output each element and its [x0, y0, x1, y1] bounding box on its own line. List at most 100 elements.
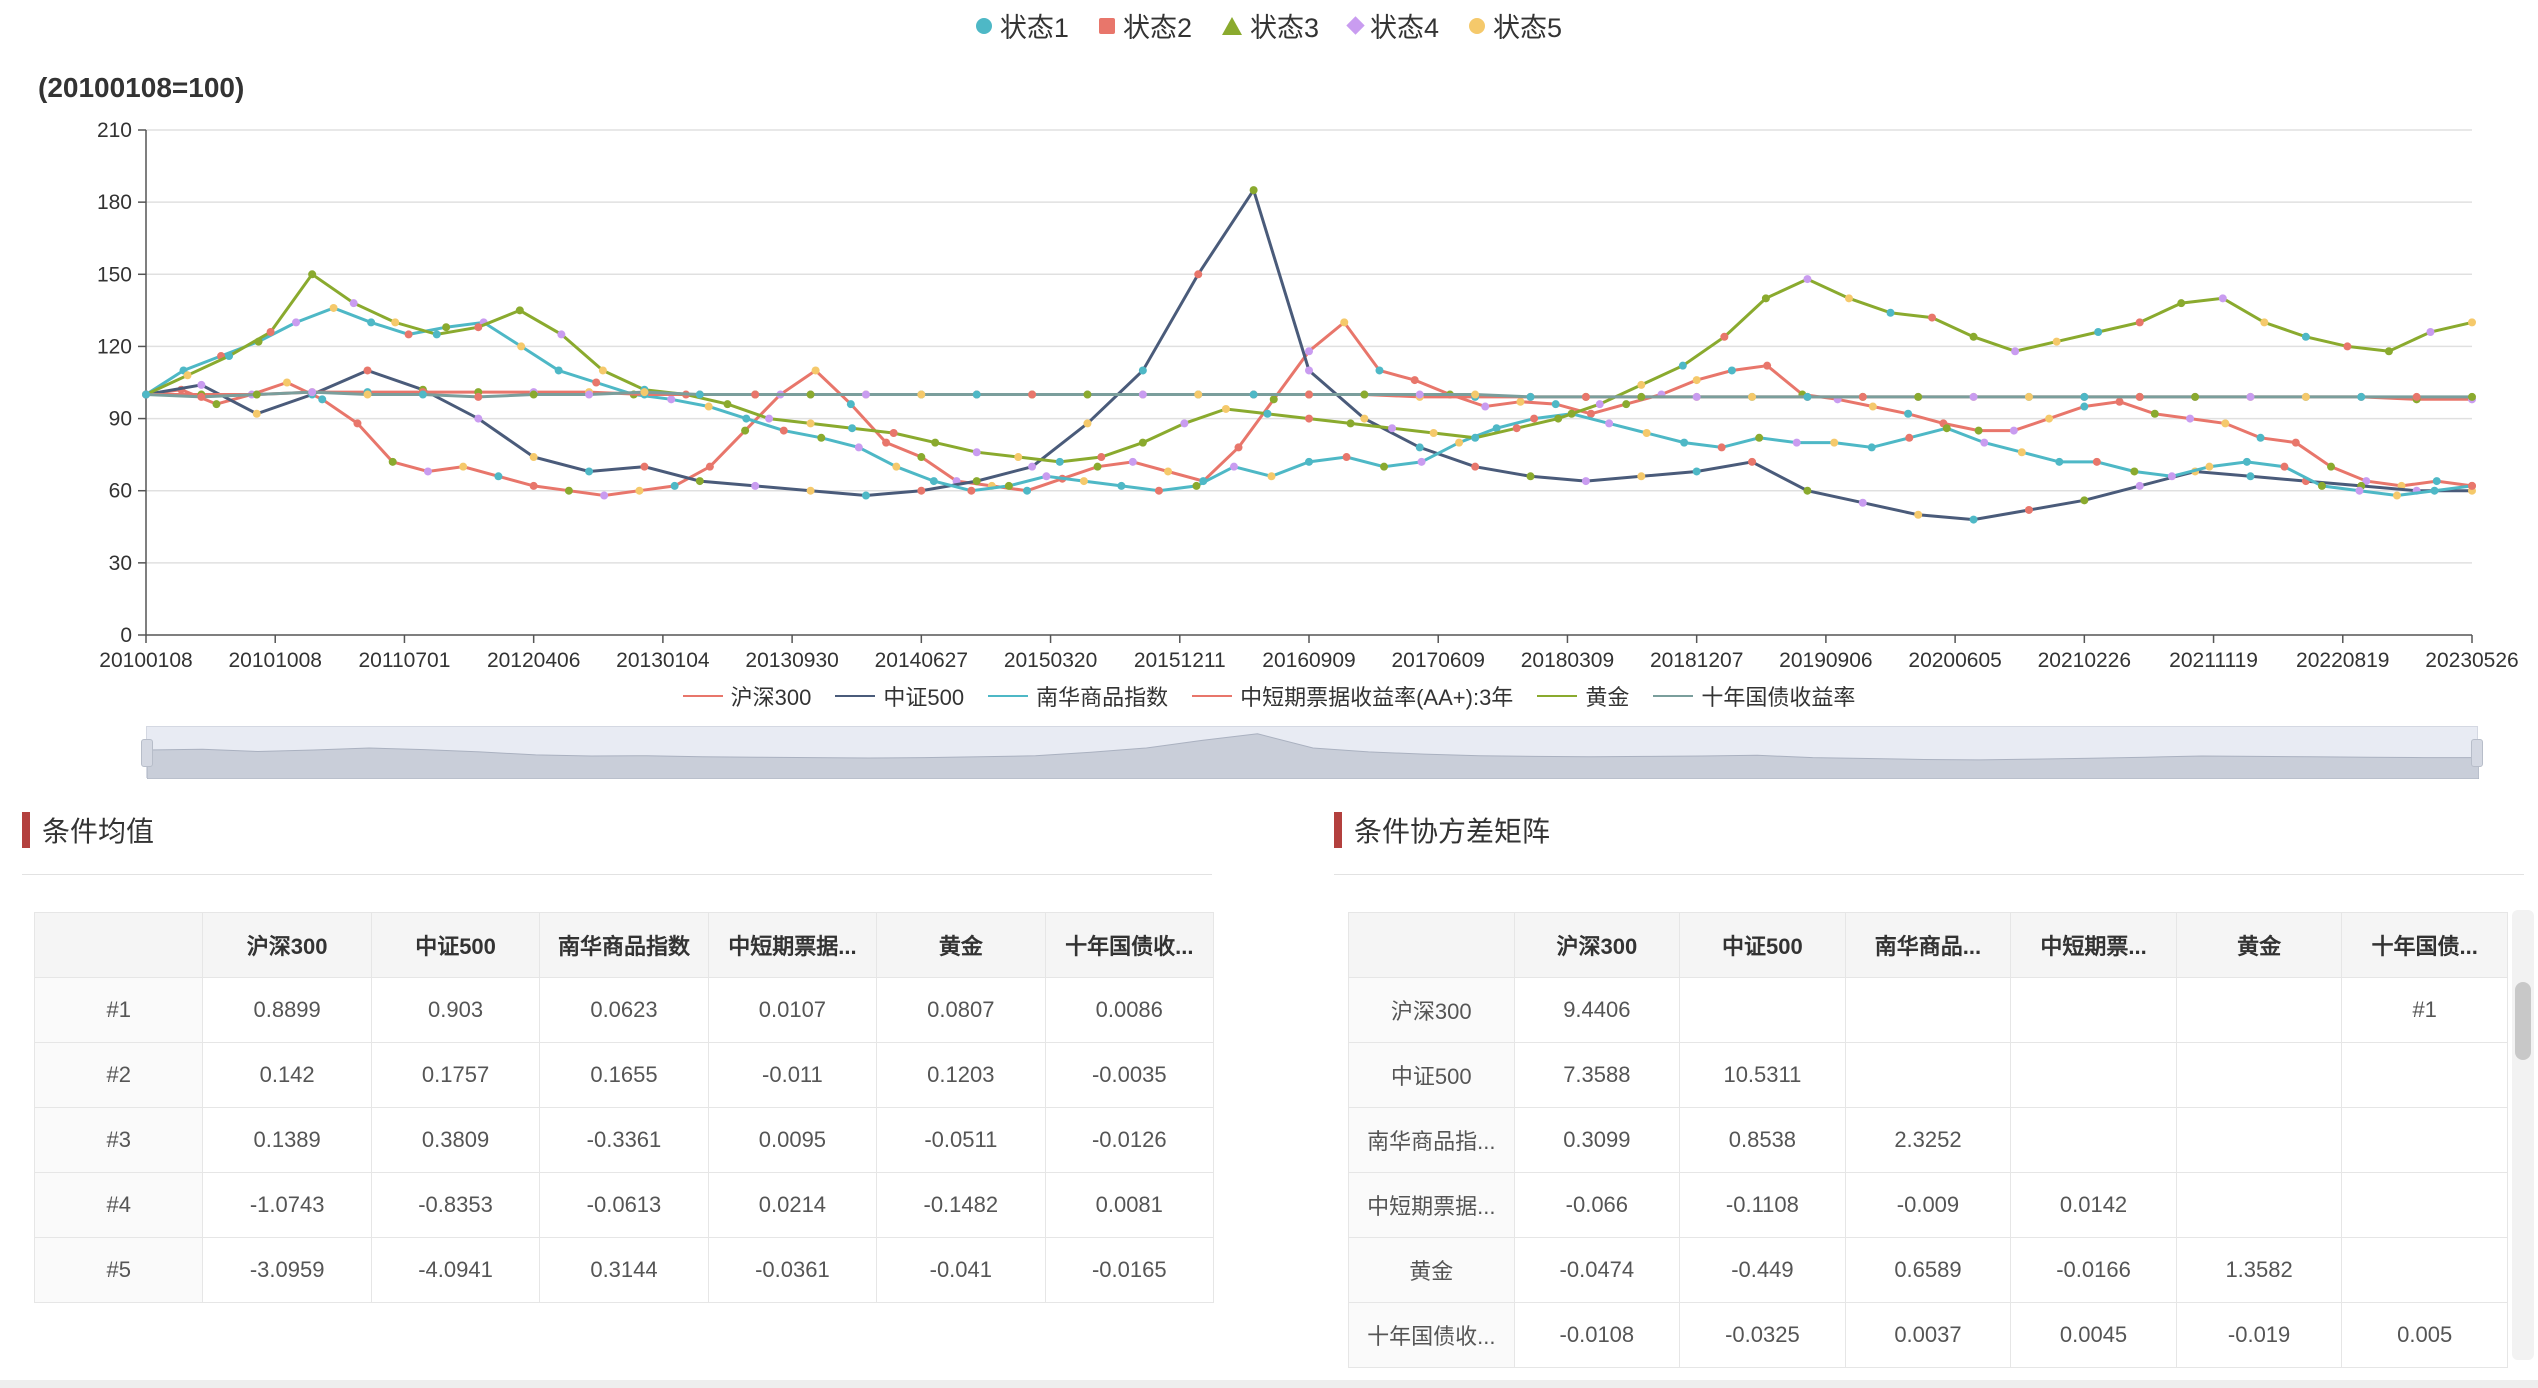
legend-state-5[interactable]: 状态5 [1469, 6, 1562, 45]
state-point [1748, 457, 1757, 466]
column-header[interactable]: 中证500 [370, 912, 541, 978]
state-point [2355, 486, 2364, 495]
table-cell [2010, 1107, 2177, 1173]
line-swatch-icon [988, 695, 1029, 697]
y-tick-label: 30 [109, 552, 132, 575]
state-point [1410, 376, 1419, 385]
state-point [917, 453, 926, 462]
legend-series-notes[interactable]: 中短期票据收益率(AA+):3年 [1192, 680, 1513, 712]
state-point [917, 390, 926, 399]
state-point [292, 318, 301, 327]
state-point [252, 409, 261, 418]
column-header[interactable]: 南华商品... [1844, 912, 2012, 978]
data-zoom-slider[interactable] [141, 726, 2483, 779]
column-header[interactable]: 十年国债收... [1044, 912, 1215, 978]
state-point [635, 486, 644, 495]
accent-bar [22, 812, 30, 848]
state-point [592, 378, 601, 387]
table-row: #1 0.8899 0.903 0.0623 0.0107 0.0807 0.0086 [33, 977, 1215, 1043]
state-point [391, 318, 400, 327]
state-point [765, 414, 774, 423]
column-header[interactable] [1348, 912, 1515, 978]
state-point [2045, 414, 2054, 423]
column-header[interactable]: 中证500 [1679, 912, 1846, 978]
table-row: 沪深300 9.4406 #1 [1348, 977, 2508, 1043]
state-point [1526, 392, 1535, 401]
state-point [1755, 433, 1764, 442]
legend-series-zz500[interactable]: 中证500 [835, 680, 964, 712]
table-cell [2010, 977, 2177, 1043]
x-tick-label: 20170609 [1392, 649, 1485, 672]
legend-series-bond[interactable]: 十年国债收益率 [1653, 680, 1855, 712]
state-point [1905, 433, 1914, 442]
table-cell: -0.1108 [1679, 1172, 1846, 1238]
legend-state-4[interactable]: 状态4 [1346, 6, 1439, 45]
state-point [1305, 457, 1313, 466]
state-point [1763, 361, 1772, 370]
zoom-handle-left[interactable] [141, 739, 153, 767]
scrollbar-thumb[interactable] [2515, 982, 2531, 1060]
legend-series-gold[interactable]: 黄金 [1537, 680, 1629, 712]
column-header[interactable]: 沪深300 [202, 912, 372, 978]
legend-state-2[interactable]: 状态2 [1098, 6, 1192, 45]
state-point [1042, 472, 1051, 481]
state-point [1415, 443, 1424, 452]
state-point [2246, 392, 2255, 401]
state-point [142, 390, 150, 399]
state-point [363, 390, 372, 399]
column-header[interactable]: 中短期票... [2010, 912, 2177, 978]
table-row: #2 0.142 0.1757 0.1655 -0.011 0.1203 -0.0035 [33, 1042, 1215, 1108]
state-point [1969, 332, 1978, 341]
vertical-scrollbar[interactable] [2512, 910, 2534, 1360]
legend-series-nanhua[interactable]: 南华商品指数 [988, 680, 1168, 712]
state-point [1581, 477, 1590, 486]
series-legend: 沪深300 中证500 南华商品指数 中短期票据收益率(AA+):3年 黄金 十… [0, 680, 2538, 712]
state-point [741, 426, 750, 435]
x-tick-label: 20220819 [2296, 649, 2389, 672]
table-cell: -0.8353 [370, 1172, 541, 1238]
line-swatch-icon [835, 695, 876, 697]
table-cell: -0.0474 [1513, 1237, 1681, 1303]
column-header[interactable]: 南华商品指数 [539, 912, 709, 978]
legend-state-1[interactable]: 状态1 [975, 6, 1069, 45]
line-chart: (20100108=100) 0 30 60 90 120 150 180 210 201001… [0, 60, 2538, 780]
table-cell [2341, 1042, 2508, 1108]
table-cell [2175, 1107, 2343, 1173]
state-point [585, 467, 594, 476]
state-point [1128, 457, 1137, 466]
state-point [1093, 462, 1102, 471]
state-point [2052, 337, 2061, 346]
column-header[interactable]: 黄金 [876, 912, 1046, 978]
zoom-handle-right[interactable] [2471, 739, 2483, 767]
column-header[interactable]: 沪深300 [1513, 912, 1681, 978]
state-point [1928, 313, 1937, 322]
column-header[interactable]: 黄金 [2175, 912, 2343, 978]
state-point [585, 390, 594, 399]
legend-state-3[interactable]: 状态3 [1221, 6, 1319, 45]
table-cell: 0.3144 [539, 1237, 709, 1303]
column-header[interactable] [33, 912, 204, 978]
chart-canvas[interactable]: 0 30 60 90 120 150 180 210 20100108 20101008 20110… [0, 60, 2538, 740]
state-point [2024, 505, 2033, 514]
horizontal-scrollbar[interactable] [0, 1380, 2538, 1388]
state-point [225, 352, 234, 361]
line-swatch-icon [1653, 695, 1694, 697]
state-point [459, 462, 468, 471]
legend-label: 中证500 [883, 685, 965, 710]
state-point [1079, 477, 1088, 486]
state-point [1263, 409, 1272, 418]
row-header-cell: #4 [33, 1172, 204, 1238]
state-point [1792, 438, 1801, 447]
row-header-cell: 中短期票据... [1348, 1172, 1515, 1238]
table-cell: 0.142 [202, 1042, 372, 1108]
state-point [1969, 392, 1978, 401]
legend-series-hs300[interactable]: 沪深300 [682, 680, 811, 712]
column-header[interactable]: 中短期票据... [707, 912, 878, 978]
table-cell: -0.449 [1679, 1237, 1846, 1303]
table-row: 黄金 -0.0474 -0.449 0.6589 -0.0166 1.3582 [1348, 1237, 2508, 1303]
state-point [2092, 457, 2101, 466]
state-point [2055, 457, 2064, 466]
state-point [811, 366, 820, 375]
state-point [1346, 419, 1355, 428]
column-header[interactable]: 十年国债... [2341, 912, 2508, 978]
